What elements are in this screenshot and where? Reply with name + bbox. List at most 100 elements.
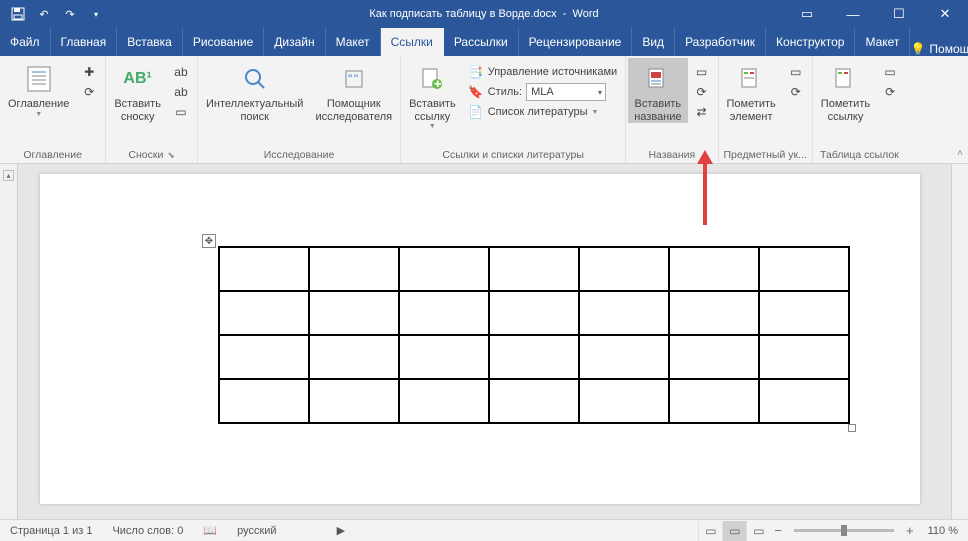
insert-authorities-button[interactable]: ▭ <box>878 62 902 82</box>
tab-mailings[interactable]: Рассылки <box>444 28 519 56</box>
footnote-icon: AB¹ <box>123 62 151 96</box>
tab-view[interactable]: Вид <box>632 28 675 56</box>
tell-me[interactable]: 💡 Помощи... <box>910 42 968 56</box>
vertical-scrollbar[interactable] <box>951 164 968 519</box>
chevron-down-icon: ▼ <box>35 111 42 119</box>
zoom-slider[interactable] <box>794 529 894 532</box>
table-move-handle[interactable]: ✥ <box>202 234 216 248</box>
document-name: Как подписать таблицу в Ворде.docx <box>369 8 556 20</box>
update-authorities-button[interactable]: ⟳ <box>878 82 902 102</box>
insert-caption-button[interactable]: Вставить название <box>628 58 687 123</box>
close-button[interactable]: ✕ <box>922 0 968 28</box>
quick-access-toolbar: ↶ ↷ ▾ <box>0 2 108 26</box>
tab-references[interactable]: Ссылки <box>381 28 444 56</box>
group-toc-label: Оглавление <box>23 149 82 161</box>
toc-small-buttons: ✚ ⟳ <box>75 58 103 102</box>
tab-layout[interactable]: Макет <box>326 28 381 56</box>
minimize-button[interactable]: — <box>830 0 876 28</box>
tab-table-design[interactable]: Конструктор <box>766 28 855 56</box>
maximize-button[interactable]: ☐ <box>876 0 922 28</box>
insert-citation-label: Вставить ссылку <box>409 98 456 123</box>
insert-citation-icon: ✚ <box>419 62 445 96</box>
document-area: ▴ ✥ <box>0 164 968 519</box>
language-indicator[interactable]: русский <box>227 525 286 537</box>
group-toc: Оглавление ▼ ✚ ⟳ Оглавление <box>0 56 106 163</box>
svg-text:": " <box>348 72 352 86</box>
read-mode-button[interactable]: ▭ <box>698 521 722 541</box>
insert-footnote-label: Вставить сноску <box>114 98 161 123</box>
toc-button[interactable]: Оглавление ▼ <box>2 58 75 119</box>
group-research: Интеллектуальный поиск "" Помощник иссле… <box>198 56 401 163</box>
insert-endnote-button[interactable]: ab <box>169 62 193 82</box>
window-title: Как подписать таблицу в Ворде.docx - Wor… <box>369 8 598 20</box>
ribbon-tabs: Файл Главная Вставка Рисование Дизайн Ма… <box>0 28 968 56</box>
table-resize-handle[interactable] <box>848 424 856 432</box>
zoom-out-button[interactable]: − <box>770 523 786 538</box>
ribbon: Оглавление ▼ ✚ ⟳ Оглавление AB¹ Вставить… <box>0 56 968 164</box>
spell-check-button[interactable]: 📖 <box>193 524 227 537</box>
scroll-up-button[interactable]: ▴ <box>3 170 14 181</box>
tab-file[interactable]: Файл <box>0 28 51 56</box>
macro-record-button[interactable]: ▶ <box>327 524 355 537</box>
zoom-in-button[interactable]: + <box>902 523 918 538</box>
table-row[interactable] <box>219 247 849 291</box>
tab-insert[interactable]: Вставка <box>117 28 183 56</box>
spell-icon: 📖 <box>203 524 217 537</box>
index-small-buttons: ▭ ⟳ <box>782 58 810 102</box>
insert-citation-button[interactable]: ✚ Вставить ссылку ▼ <box>403 58 462 131</box>
document-table[interactable] <box>218 246 850 424</box>
group-citations-label: Ссылки и списки литературы <box>442 149 584 161</box>
tab-table-layout[interactable]: Макет <box>855 28 910 56</box>
table-row[interactable] <box>219 335 849 379</box>
tab-developer[interactable]: Разработчик <box>675 28 766 56</box>
footnotes-dialog-launcher[interactable]: ⬊ <box>167 150 175 161</box>
tab-review[interactable]: Рецензирование <box>519 28 633 56</box>
mark-citation-label: Пометить ссылку <box>821 98 870 123</box>
manage-sources-button[interactable]: 📑 Управление источниками <box>464 62 621 82</box>
group-footnotes-label: Сноски <box>128 149 163 161</box>
table-row[interactable] <box>219 379 849 423</box>
collapse-ribbon-button[interactable]: ˄ <box>952 56 968 163</box>
document-page[interactable]: ✥ <box>40 174 920 504</box>
next-footnote-button[interactable]: ab <box>169 82 193 102</box>
smart-lookup-button[interactable]: Интеллектуальный поиск <box>200 58 309 123</box>
insert-table-figures-button[interactable]: ▭ <box>690 62 714 82</box>
table-row[interactable] <box>219 291 849 335</box>
manage-sources-icon: 📑 <box>468 64 484 80</box>
next-footnote-icon: ab <box>173 84 189 100</box>
update-table-button[interactable]: ⟳ <box>690 82 714 102</box>
tell-me-label: Помощи... <box>929 42 968 56</box>
macro-icon: ▶ <box>337 524 345 537</box>
redo-button[interactable]: ↷ <box>58 2 82 26</box>
undo-button[interactable]: ↶ <box>32 2 56 26</box>
mark-citation-button[interactable]: Пометить ссылку <box>815 58 876 123</box>
ribbon-options-button[interactable]: ▭ <box>784 0 830 28</box>
mark-entry-button[interactable]: Пометить элемент <box>721 58 782 123</box>
word-count[interactable]: Число слов: 0 <box>102 525 193 537</box>
table-figures-icon: ▭ <box>694 64 710 80</box>
cross-reference-button[interactable]: ⇄ <box>690 102 714 122</box>
web-layout-button[interactable]: ▭ <box>746 521 770 541</box>
print-layout-button[interactable]: ▭ <box>722 521 746 541</box>
update-index-button[interactable]: ⟳ <box>784 82 808 102</box>
insert-index-icon: ▭ <box>788 64 804 80</box>
cross-ref-icon: ⇄ <box>694 104 710 120</box>
show-notes-button[interactable]: ▭ <box>169 102 193 122</box>
insert-caption-label: Вставить название <box>634 98 681 123</box>
update-toc-button[interactable]: ⟳ <box>77 82 101 102</box>
citation-style-select[interactable]: MLA <box>526 83 606 101</box>
bibliography-button[interactable]: 📄 Список литературы ▼ <box>464 102 621 122</box>
insert-footnote-button[interactable]: AB¹ Вставить сноску <box>108 58 167 123</box>
insert-index-button[interactable]: ▭ <box>784 62 808 82</box>
tab-design[interactable]: Дизайн <box>264 28 325 56</box>
page-indicator[interactable]: Страница 1 из 1 <box>0 525 102 537</box>
qat-more-button[interactable]: ▾ <box>84 2 108 26</box>
update-table-icon: ⟳ <box>694 84 710 100</box>
researcher-button[interactable]: "" Помощник исследователя <box>309 58 398 123</box>
add-text-button[interactable]: ✚ <box>77 62 101 82</box>
endnote-icon: ab <box>173 64 189 80</box>
tab-draw[interactable]: Рисование <box>183 28 264 56</box>
tab-home[interactable]: Главная <box>51 28 118 56</box>
save-button[interactable] <box>6 2 30 26</box>
zoom-level[interactable]: 110 % <box>918 525 968 537</box>
